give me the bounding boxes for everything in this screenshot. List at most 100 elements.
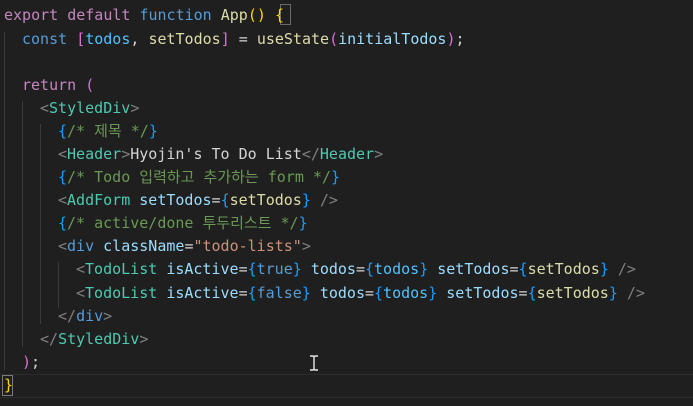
code-text: ); (22, 351, 40, 374)
code-token: function (139, 6, 221, 24)
code-token: default (67, 6, 140, 24)
code-token: = (518, 284, 528, 302)
code-token: ( (329, 30, 339, 48)
code-token: = (211, 191, 221, 209)
code-token: { (58, 168, 68, 186)
code-token: , (130, 30, 149, 48)
code-line[interactable]: <TodoList isActive={true} todos={todos} … (0, 258, 693, 281)
code-token: } (608, 284, 618, 302)
code-token: /> (617, 284, 645, 302)
code-line[interactable]: {/* Todo 입력하고 추가하는 form */} (0, 166, 693, 189)
code-line[interactable]: </div> (0, 305, 693, 328)
code-line[interactable]: <StyledDiv> (0, 97, 693, 120)
code-token: initialTodos (338, 30, 447, 48)
code-line[interactable]: export default function App() { (0, 4, 693, 27)
code-token: StyledDiv (58, 330, 140, 348)
code-line[interactable]: ); (0, 351, 693, 374)
code-text: {/* Todo 입력하고 추가하는 form */} (58, 166, 340, 189)
code-line[interactable] (0, 51, 693, 74)
code-token: /* 제목 */ (67, 122, 149, 140)
code-text: <AddForm setTodos={setTodos} /> (58, 189, 338, 212)
code-line[interactable]: <div className="todo-lists"> (0, 235, 693, 258)
code-token: setTodos (437, 260, 510, 278)
code-line[interactable]: <Header>Hyojin's To Do List</Header> (0, 143, 693, 166)
code-token: { (58, 122, 68, 140)
code-token: { (527, 284, 537, 302)
code-token: [ (76, 30, 86, 48)
code-line[interactable]: const [todos, setTodos] = useState(initi… (0, 28, 693, 51)
code-token: ) (446, 30, 456, 48)
code-text: return ( (22, 74, 94, 97)
code-token: StyledDiv (49, 99, 131, 117)
code-token: true (256, 260, 293, 278)
code-token: { (274, 6, 284, 24)
code-token: todos (374, 260, 420, 278)
code-token: isActive (166, 260, 239, 278)
code-token: todos (310, 260, 356, 278)
code-token: setTodos (229, 191, 302, 209)
code-token: } (599, 260, 609, 278)
code-token: return (22, 76, 86, 94)
code-token: = (238, 260, 248, 278)
code-token: TodoList (85, 284, 158, 302)
code-token: "todo-lists" (193, 237, 302, 255)
code-token: ( (85, 76, 95, 94)
code-token: > (374, 145, 384, 163)
code-text: </div> (58, 305, 112, 328)
code-token: /* Todo 입력하고 추가하는 form */ (67, 168, 331, 186)
code-token: { (220, 191, 230, 209)
code-editor[interactable]: export default function App() { const [t… (0, 0, 693, 406)
code-text: const [todos, setTodos] = useState(initi… (22, 28, 465, 51)
code-token: = (229, 30, 257, 48)
code-token: } (4, 376, 14, 394)
code-token: = (355, 260, 365, 278)
code-token: div (76, 307, 104, 325)
code-token: </ (58, 307, 77, 325)
code-line[interactable]: <AddForm setTodos={setTodos} /> (0, 189, 693, 212)
code-text: <TodoList isActive={false} todos={todos}… (76, 282, 645, 305)
code-token: ; (31, 353, 41, 371)
code-token: /* active/done 투두리스트 */ (67, 214, 299, 232)
code-token: < (58, 145, 68, 163)
code-text: <Header>Hyojin's To Do List</Header> (58, 143, 383, 166)
code-token: todos (319, 284, 365, 302)
code-token: setTodos (148, 30, 221, 48)
code-token: export (4, 6, 68, 24)
code-token: } (148, 122, 158, 140)
code-token: < (40, 99, 50, 117)
code-text: {/* active/done 투두리스트 */} (58, 212, 308, 235)
code-text: <div className="todo-lists"> (58, 235, 311, 258)
code-token: < (76, 260, 86, 278)
code-token: Hyojin's To Do List (130, 145, 302, 163)
code-text: } (4, 374, 13, 397)
code-token: > (130, 99, 140, 117)
code-text: export default function App() { (4, 4, 284, 27)
code-line[interactable]: } (0, 374, 693, 397)
code-token: = (365, 284, 375, 302)
code-token: } (292, 260, 302, 278)
code-line[interactable]: return ( (0, 74, 693, 97)
code-token: } (428, 284, 438, 302)
code-token: > (103, 307, 113, 325)
code-line[interactable]: {/* 제목 */} (0, 120, 693, 143)
code-token: = (238, 284, 248, 302)
code-token: ) (22, 353, 32, 371)
code-line[interactable]: </StyledDiv> (0, 328, 693, 351)
code-token: App (220, 6, 248, 24)
code-token: todos (383, 284, 429, 302)
code-token: { (518, 260, 528, 278)
code-token: setTodos (536, 284, 609, 302)
code-token: isActive (166, 284, 239, 302)
code-token: Header (319, 145, 375, 163)
code-token: { (365, 260, 375, 278)
code-token: setTodos (527, 260, 600, 278)
code-token: { (247, 260, 257, 278)
code-line[interactable]: {/* active/done 투두리스트 */} (0, 212, 693, 235)
code-line[interactable]: <TodoList isActive={false} todos={todos}… (0, 282, 693, 305)
code-token: </ (301, 145, 320, 163)
code-token: ; (455, 30, 465, 48)
